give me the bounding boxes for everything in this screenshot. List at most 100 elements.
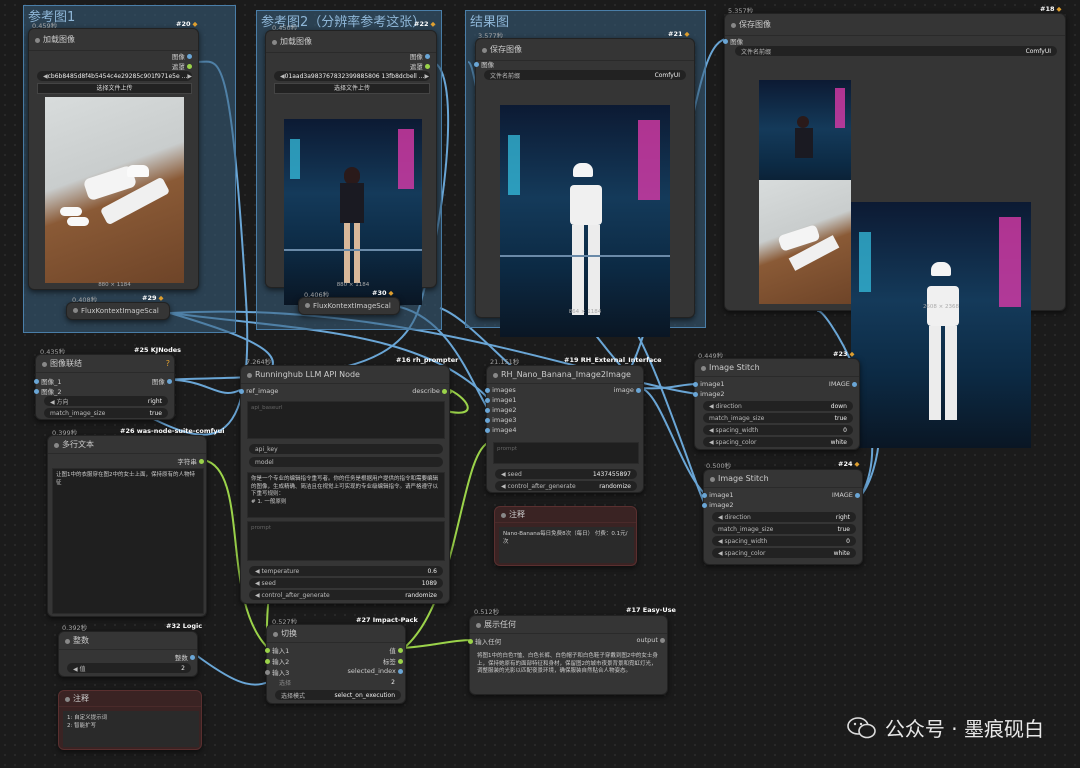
node-header[interactable]: RH_Nano_Banana_Image2Image (487, 366, 643, 384)
spacing-width-field[interactable]: ◀ spacing_width 0 (712, 536, 856, 546)
output-image[interactable]: IMAGE (829, 380, 857, 388)
direction-select[interactable]: ◀ 方向 right (44, 396, 168, 406)
output-mask[interactable]: 遮罩 (172, 61, 192, 71)
output-selected-index[interactable]: selected_index (347, 667, 403, 675)
api-baseurl-field[interactable]: api_baseurl (247, 401, 445, 439)
node-header[interactable]: 注释 (495, 507, 636, 523)
note-prompt-modes[interactable]: 注释 1: 自定义提示词 2: 智能扩写 (58, 690, 202, 750)
node-multiline-text-26[interactable]: 多行文本 字符串 让图1中的衣服穿在图2中的女士上面，保持原有的人物特征 (47, 435, 207, 617)
node-header[interactable]: 展示任何 (470, 616, 667, 634)
input-image[interactable]: 图像 (723, 36, 743, 46)
input-image2[interactable]: image2 (693, 390, 724, 398)
node-nano-banana-19[interactable]: RH_Nano_Banana_Image2Image images image1… (485, 365, 644, 493)
note-text[interactable]: 1: 自定义提示词 2: 智能扩写 (63, 711, 199, 747)
node-header[interactable]: 加载图像 (266, 31, 436, 53)
node-save-image-18[interactable]: 保存图像 图像 文件名前缀 ComfyUI 2608 × 2368 (723, 13, 1066, 448)
prompt-field[interactable]: prompt (247, 521, 445, 561)
node-load-image-22[interactable]: 加载图像 图像 遮罩 ◀ 01aad3a983767832399885806 13… (265, 30, 437, 305)
direction-select[interactable]: ◀ direction right (712, 512, 856, 522)
seed-field[interactable]: ◀ seed 1089 (249, 578, 443, 588)
control-after-generate-select[interactable]: ◀ control_after_generate randomize (249, 590, 443, 600)
select-field[interactable]: 选择 2 (273, 677, 401, 687)
node-integer-32[interactable]: 整数 整数 ◀ 值2 (58, 631, 198, 677)
node-header[interactable]: Image Stitch (704, 470, 862, 488)
input-image4[interactable]: image4 (485, 426, 516, 434)
node-header[interactable]: 注释 (59, 691, 201, 707)
input-image1[interactable]: image1 (702, 491, 733, 499)
output-image[interactable]: 图像 (172, 51, 192, 61)
node-llm-api-16[interactable]: Runninghub LLM API Node ref_image descri… (239, 365, 450, 604)
input-any[interactable]: 输入任何 (468, 636, 501, 646)
output-image[interactable]: 图像 (410, 51, 430, 61)
value-field[interactable]: ◀ 值2 (67, 663, 191, 673)
node-save-image-21[interactable]: 保存图像 图像 文件名前缀 ComfyUI 864 × 1184 (474, 38, 695, 337)
node-header[interactable]: 多行文本 (48, 436, 206, 454)
input-images[interactable]: images (485, 386, 516, 394)
output-image[interactable]: image (614, 386, 641, 394)
match-size-toggle[interactable]: match_image_size true (703, 413, 853, 423)
input-1[interactable]: 输入1 (265, 645, 289, 655)
node-image-stitch-24[interactable]: Image Stitch image1 image2 IMAGE ◀ direc… (702, 469, 863, 565)
node-header[interactable]: 整数 (59, 632, 197, 650)
api-key-field[interactable]: api_key (249, 444, 443, 454)
output-any[interactable]: output (636, 636, 665, 644)
output-integer[interactable]: 整数 (175, 652, 195, 662)
control-after-generate-select[interactable]: ◀ control_after_generate randomize (495, 481, 637, 491)
model-field[interactable]: model (249, 457, 443, 467)
input-ref-image[interactable]: ref_image (239, 387, 278, 395)
node-header[interactable]: 保存图像 (725, 14, 1065, 36)
upload-button[interactable]: 选择文件上传 (274, 83, 430, 94)
temperature-field[interactable]: ◀ temperature 0.6 (249, 566, 443, 576)
filename-prefix-field[interactable]: 文件名前缀 ComfyUI (484, 70, 686, 80)
output-label[interactable]: 标签 (383, 656, 403, 666)
node-header[interactable]: 加载图像 (29, 29, 198, 51)
input-image1[interactable]: image1 (485, 396, 516, 404)
node-load-image-20[interactable]: 加载图像 图像 遮罩 ◀ cb6b8485d8f4b5454c4e29285c90… (28, 28, 199, 290)
spacing-width-field[interactable]: ◀ spacing_width 0 (703, 425, 853, 435)
node-flux-kontext-30[interactable]: FluxKontextImageScal (298, 297, 400, 315)
output-mask[interactable]: 遮罩 (410, 61, 430, 71)
node-header[interactable]: 图像联结? (36, 355, 174, 373)
note-text[interactable]: Nano-Banana每日免费8次（每日） 付费：0.1元/次 (499, 527, 634, 563)
node-header[interactable]: 切换 (267, 625, 405, 643)
output-image[interactable]: 图像 (152, 376, 172, 386)
node-header[interactable]: 保存图像 (476, 39, 694, 61)
output-value[interactable]: 值 (389, 645, 403, 655)
upload-button[interactable]: 选择文件上传 (37, 83, 192, 94)
select-mode-select[interactable]: 选择模式 select_on_execution (275, 690, 401, 700)
direction-select[interactable]: ◀ direction down (703, 401, 853, 411)
output-describe[interactable]: describe (412, 387, 447, 395)
match-size-toggle[interactable]: match_image_size true (44, 408, 168, 418)
seed-field[interactable]: ◀ seed 1437455897 (495, 469, 637, 479)
input-2[interactable]: 输入2 (265, 656, 289, 666)
node-switch-27[interactable]: 切换 输入1 输入2 输入3 值 标签 selected_index 选择 2 选… (265, 624, 406, 704)
spacing-color-select[interactable]: ◀ spacing_color white (712, 548, 856, 558)
filename-prefix-field[interactable]: 文件名前缀 ComfyUI (735, 46, 1057, 56)
input-image-1[interactable]: 图像_1 (34, 376, 61, 386)
file-select[interactable]: ◀ 01aad3a983767832399885806 13fb8dcbell .… (274, 71, 430, 81)
text-area[interactable]: 让图1中的衣服穿在图2中的女士上面，保持原有的人物特征 (52, 468, 204, 614)
input-image3[interactable]: image3 (485, 416, 516, 424)
node-id-badge: #23 ◆ (833, 350, 855, 358)
input-image2[interactable]: image2 (485, 406, 516, 414)
prompt-field[interactable]: prompt (493, 442, 639, 464)
input-image-2[interactable]: 图像_2 (34, 386, 61, 396)
spacing-color-select[interactable]: ◀ spacing_color white (703, 437, 853, 447)
node-image-stitch-23[interactable]: Image Stitch image1 image2 IMAGE ◀ direc… (693, 358, 860, 450)
node-title: FluxKontextImageScal (313, 302, 391, 310)
system-prompt-area[interactable]: 你是一个专业的编辑指令重写者。你的任务是根据用户提供的指令和需要编辑的图像，生成… (247, 472, 445, 518)
output-image[interactable]: IMAGE (832, 491, 860, 499)
node-flux-kontext-29[interactable]: FluxKontextImageScal (66, 302, 170, 320)
input-3[interactable]: 输入3 (265, 667, 289, 677)
output-string[interactable]: 字符串 (177, 456, 204, 466)
input-image1[interactable]: image1 (693, 380, 724, 388)
input-image[interactable]: 图像 (474, 59, 494, 69)
node-header[interactable]: Runninghub LLM API Node (241, 366, 449, 384)
node-header[interactable]: Image Stitch (695, 359, 859, 377)
note-nano-banana[interactable]: 注释 Nano-Banana每日免费8次（每日） 付费：0.1元/次 (494, 506, 637, 566)
file-select[interactable]: ◀ cb6b8485d8f4b5454c4e29285c901f971e5e ..… (37, 71, 192, 81)
input-image2[interactable]: image2 (702, 501, 733, 509)
node-image-concat-25[interactable]: 图像联结? 图像_1 图像_2 图像 ◀ 方向 right match_image… (34, 354, 175, 420)
match-size-toggle[interactable]: match_image_size true (712, 524, 856, 534)
node-show-any-17[interactable]: 展示任何 输入任何 output 将图1中的白色T恤、白色长裤、白色帽子和白色鞋… (468, 615, 668, 695)
